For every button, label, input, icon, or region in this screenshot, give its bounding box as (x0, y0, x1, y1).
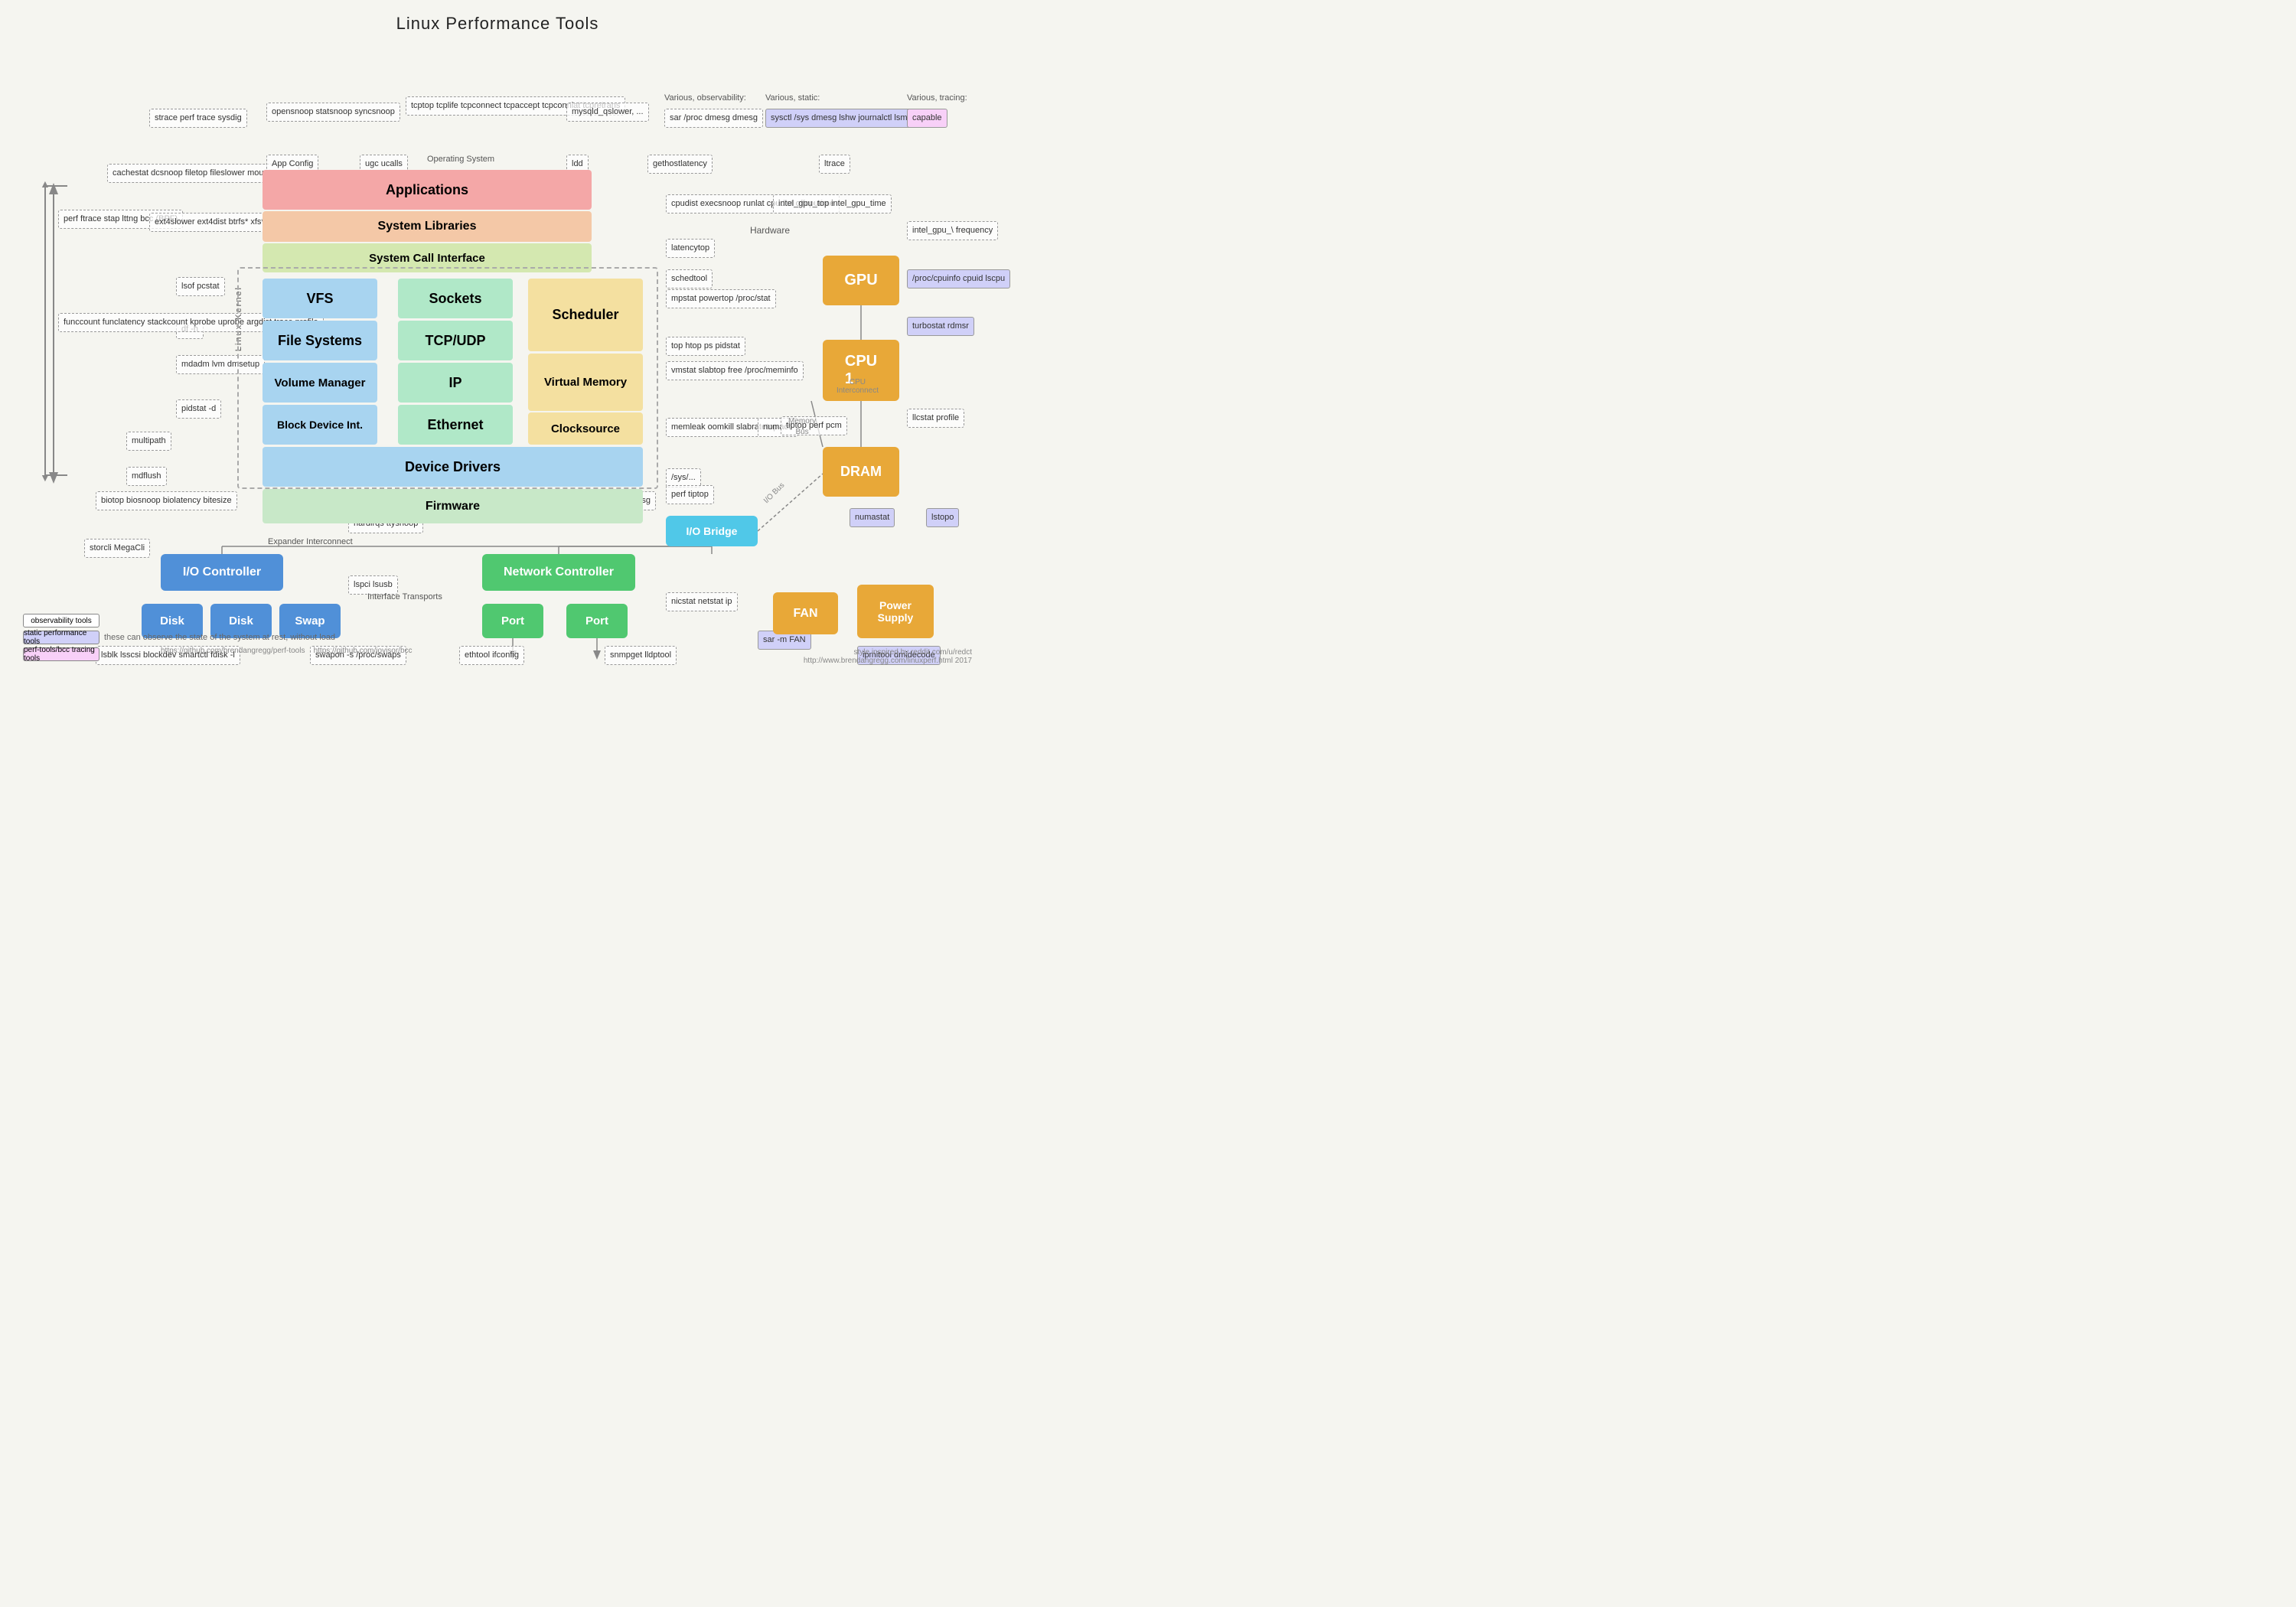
ethernet-layer: Ethernet (398, 405, 513, 445)
syscall-layer: System Call Interface (263, 243, 592, 272)
lsof-pcstat-note: lsof pcstat (176, 277, 225, 296)
ltrace-note: ltrace (819, 155, 850, 174)
storcli-note: storcli MegaCli (84, 539, 150, 558)
memory-bus-label: MemoryBus (788, 416, 816, 438)
io-bridge-box: I/O Bridge (666, 516, 758, 546)
io-bus-label: I/O Bus (762, 481, 786, 505)
footer: style inspired by reddit.com/u/redct htt… (804, 648, 972, 665)
multipath-note: multipath (126, 432, 171, 451)
legend-obs-label: observability tools (31, 617, 91, 625)
clocksource-layer: Clocksource (528, 412, 643, 445)
schedtool-note: schedtool (666, 269, 713, 288)
tcp-layer: TCP/UDP (398, 321, 513, 360)
power-supply-box: PowerSupply (857, 585, 934, 638)
block-device-layer: Block Device Int. (263, 405, 377, 445)
os-label: Operating System (427, 155, 494, 164)
perf-tiptop2-note: perf tiptop (666, 485, 714, 504)
strace-perf-note: strace perf trace sysdig (149, 109, 247, 128)
legend-static-label: static performance tools (24, 629, 99, 646)
applications-layer: Applications (263, 170, 592, 210)
legend-perf-box: perf-tools/bcc tracing tools (23, 647, 99, 661)
file-systems-layer: File Systems (263, 321, 377, 360)
sockets-layer: Sockets (398, 279, 513, 318)
legend-obs-box: observability tools (23, 614, 99, 627)
system-libraries-layer: System Libraries (263, 211, 592, 242)
vmstat-note: vmstat slabtop free /proc/meminfo (666, 361, 804, 380)
footer-style: style inspired by reddit.com/u/redct (804, 648, 972, 657)
ip-layer: IP (398, 363, 513, 403)
llcstat-note: llcstat profile (907, 409, 964, 428)
snmpget-note: snmpget lldptool (605, 646, 677, 665)
legend-static-desc: these can observe the state of the syste… (104, 633, 335, 642)
io-ctrl-box: I/O Controller (161, 554, 283, 591)
volume-manager-layer: Volume Manager (263, 363, 377, 403)
capable-note: capable (907, 109, 947, 128)
iovisor-link[interactable]: https://github.com/iovisor/bcc (314, 647, 413, 655)
pidstat-d-note: pidstat -d (176, 399, 221, 419)
gethostlatency-note: gethostlatency (647, 155, 713, 174)
hardware-label: Hardware (750, 225, 790, 236)
scheduler-layer: Scheduler (528, 279, 643, 351)
footer-links: https://github.com/brendangregg/perf-too… (161, 647, 413, 655)
interface-transports-label: Interface Transports (367, 592, 442, 601)
latencytop-note: latencytop (666, 239, 715, 258)
kernel-label: Linux Kernel (234, 286, 243, 351)
mdflush-note: mdflush (126, 467, 167, 486)
mdadm-note: mdadm lvm dmsetup (176, 355, 265, 374)
mysqld-note: mysqld_qslower, ... (566, 103, 649, 122)
perf-tools-link[interactable]: https://github.com/brendangregg/perf-too… (161, 647, 305, 655)
top-htop-note: top htop ps pidstat (666, 337, 745, 356)
proc-cpuinfo-note: /proc/cpuinfo cpuid lscpu (907, 269, 1010, 288)
legend-perf-label: perf-tools/bcc tracing tools (24, 646, 99, 663)
numastat-note: numastat (850, 508, 895, 527)
port1-box: Port (482, 604, 543, 638)
port2-box: Port (566, 604, 628, 638)
power-supply-label: PowerSupply (878, 599, 914, 624)
expander-label: Expander Interconnect (268, 537, 353, 546)
intel-gpu-top-note: intel_gpu_top intel_gpu_time (773, 194, 892, 214)
dram-box: DRAM (823, 447, 899, 497)
various-obs-label: Various, observability: (664, 93, 746, 103)
legend-obs-item: observability tools (23, 614, 335, 627)
various-obs-tools: sar /proc dmesg dmesg (664, 109, 763, 128)
ethtool-note: ethtool ifconfig (459, 646, 524, 665)
virtual-memory-layer: Virtual Memory (528, 354, 643, 411)
firmware-layer: Firmware (263, 489, 643, 523)
gpu-box: GPU (823, 256, 899, 305)
lstopo-note: lstopo (926, 508, 959, 527)
legend-static-item: static performance tools these can obser… (23, 631, 335, 644)
vfs-layer: VFS (263, 279, 377, 318)
fan-box: FAN (773, 592, 838, 634)
intel-gpu-freq-note: intel_gpu_\ frequency (907, 221, 998, 240)
legend-static-box: static performance tools (23, 631, 99, 644)
biotop-note: biotop biosnoop biolatency bitesize (96, 491, 237, 510)
footer-url: http://www.brendangregg.com/linuxperf.ht… (804, 657, 972, 665)
page-title: Linux Performance Tools (0, 0, 995, 41)
net-ctrl-box: Network Controller (482, 554, 635, 591)
sys-path-note: /sys/... (666, 468, 701, 487)
various-static-tools: sysctl /sys dmesg lshw journalctl lsmod (765, 109, 922, 128)
opensnoop-note: opensnoop statsnoop syncsnoop (266, 103, 400, 122)
nicstat-note: nicstat netstat ip (666, 592, 738, 611)
turbostat-note: turbostat rdmsr (907, 317, 974, 336)
various-static-label: Various, static: (765, 93, 820, 103)
cpu-interconnect-label: CPUInterconnect (837, 378, 879, 395)
lspci-note: lspci lsusb (348, 575, 398, 595)
various-tracing-label: Various, tracing: (907, 93, 967, 103)
device-drivers-layer: Device Drivers (263, 447, 643, 487)
mpstat-note: mpstat powertop /proc/stat (666, 289, 776, 308)
